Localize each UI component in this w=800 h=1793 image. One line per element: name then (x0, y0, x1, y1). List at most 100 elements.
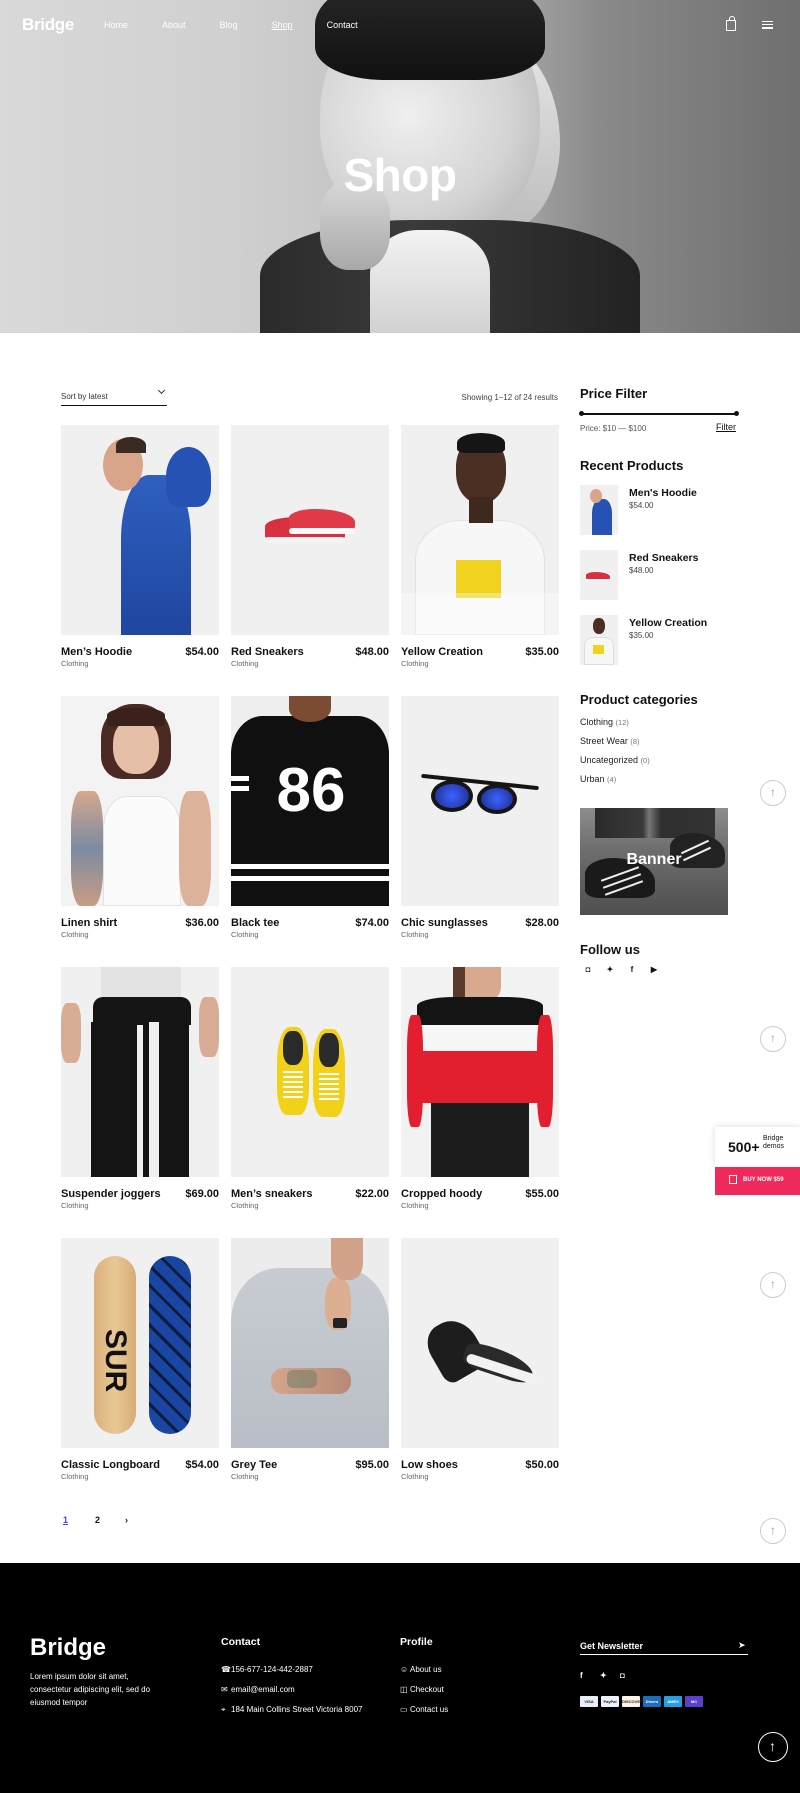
pagination-page-2[interactable]: 2 (95, 1515, 100, 1525)
newsletter-input[interactable]: Get Newsletter (580, 1641, 643, 1651)
category-link-street-wear[interactable]: Street Wear (8) (580, 736, 640, 746)
product-card[interactable]: Low shoes $50.00 Clothing (401, 1238, 559, 1481)
instagram-icon[interactable]: ◘ (620, 1671, 625, 1680)
product-name[interactable]: Linen shirt (61, 917, 117, 929)
product-category[interactable]: Clothing (231, 930, 259, 939)
product-name[interactable]: Men’s Hoodie (61, 646, 132, 658)
footer-link-contact[interactable]: ▭ Contact us (400, 1705, 448, 1714)
scroll-up-button[interactable] (760, 780, 786, 806)
product-category[interactable]: Clothing (61, 1472, 89, 1481)
product-image[interactable] (231, 967, 389, 1177)
product-name[interactable]: Cropped hoody (401, 1188, 482, 1200)
product-image[interactable] (231, 1238, 389, 1448)
pagination-next-icon[interactable]: › (125, 1515, 128, 1525)
product-image[interactable]: 86 (231, 696, 389, 906)
product-image[interactable]: SUR (61, 1238, 219, 1448)
product-card[interactable]: Cropped hoody $55.00 Clothing (401, 967, 559, 1210)
recent-product-name[interactable]: Yellow Creation (629, 617, 707, 629)
scroll-up-button[interactable] (760, 1272, 786, 1298)
product-card[interactable]: Suspender joggers $69.00 Clothing (61, 967, 219, 1210)
category-name[interactable]: Street Wear (580, 736, 628, 746)
recent-product-thumb[interactable] (580, 550, 618, 600)
site-logo[interactable]: Bridge (22, 15, 74, 35)
buy-now-button[interactable]: BUY NOW $59 (715, 1167, 800, 1195)
product-category[interactable]: Clothing (231, 1201, 259, 1210)
product-name[interactable]: Suspender joggers (61, 1188, 161, 1200)
footer-link-about[interactable]: ☺ About us (400, 1665, 442, 1674)
footer-address[interactable]: ⌖ 184 Main Collins Street Victoria 8007 (221, 1705, 362, 1715)
product-name[interactable]: Yellow Creation (401, 646, 483, 658)
scroll-up-button[interactable] (760, 1518, 786, 1544)
product-name[interactable]: Red Sneakers (231, 646, 304, 658)
youtube-icon[interactable]: ▶ (649, 965, 659, 974)
product-image[interactable] (61, 425, 219, 635)
product-image[interactable] (401, 696, 559, 906)
category-link-uncategorized[interactable]: Uncategorized (0) (580, 755, 650, 765)
category-link-clothing[interactable]: Clothing (12) (580, 717, 629, 727)
hamburger-menu-icon[interactable] (762, 19, 774, 31)
footer-link-label[interactable]: Checkout (410, 1685, 444, 1694)
product-name[interactable]: Classic Longboard (61, 1459, 160, 1471)
nav-shop[interactable]: Shop (272, 20, 293, 30)
product-category[interactable]: Clothing (61, 659, 89, 668)
product-image[interactable] (61, 696, 219, 906)
footer-logo[interactable]: Bridge (30, 1634, 106, 1662)
scroll-up-button[interactable] (760, 1026, 786, 1052)
category-name[interactable]: Clothing (580, 717, 613, 727)
product-card[interactable]: Linen shirt $36.00 Clothing (61, 696, 219, 939)
footer-email[interactable]: ✉ email@email.com (221, 1685, 295, 1694)
nav-blog[interactable]: Blog (220, 20, 238, 30)
nav-about[interactable]: About (162, 20, 186, 30)
recent-product-name[interactable]: Men's Hoodie (629, 487, 697, 499)
product-category[interactable]: Clothing (401, 930, 429, 939)
sort-select[interactable]: Sort by latest (61, 386, 167, 406)
twitter-icon[interactable]: ✦ (600, 1671, 607, 1680)
product-card[interactable]: Men’s Hoodie $54.00 Clothing (61, 425, 219, 668)
product-name[interactable]: Grey Tee (231, 1459, 277, 1471)
product-image[interactable] (401, 1238, 559, 1448)
product-category[interactable]: Clothing (401, 659, 429, 668)
footer-link-label[interactable]: About us (410, 1665, 442, 1674)
back-to-top-button[interactable] (758, 1732, 788, 1762)
footer-link-checkout[interactable]: ◫ Checkout (400, 1685, 444, 1694)
product-card[interactable]: Grey Tee $95.00 Clothing (231, 1238, 389, 1481)
facebook-icon[interactable]: f (627, 965, 637, 974)
product-category[interactable]: Clothing (61, 1201, 89, 1210)
facebook-icon[interactable]: f (580, 1671, 583, 1680)
filter-button[interactable]: Filter (716, 422, 736, 432)
product-card[interactable]: Yellow Creation $35.00 Clothing (401, 425, 559, 668)
sidebar-banner[interactable]: Banner (580, 808, 728, 915)
product-category[interactable]: Clothing (231, 1472, 259, 1481)
category-name[interactable]: Urban (580, 774, 605, 784)
footer-phone[interactable]: ☎156-677-124-442-2887 (221, 1665, 313, 1674)
product-category[interactable]: Clothing (401, 1472, 429, 1481)
product-card[interactable]: SUR Classic Longboard $54.00 Clothing (61, 1238, 219, 1481)
product-name[interactable]: Chic sunglasses (401, 917, 488, 929)
recent-product-item[interactable]: Yellow Creation $35.00 (580, 615, 740, 667)
nav-home[interactable]: Home (104, 20, 128, 30)
instagram-icon[interactable]: ◘ (583, 965, 593, 974)
product-category[interactable]: Clothing (61, 930, 89, 939)
product-name[interactable]: Low shoes (401, 1459, 458, 1471)
product-card[interactable]: Red Sneakers $48.00 Clothing (231, 425, 389, 668)
product-image[interactable] (401, 425, 559, 635)
product-card[interactable]: Men’s sneakers $22.00 Clothing (231, 967, 389, 1210)
nav-contact[interactable]: Contact (327, 20, 358, 30)
category-name[interactable]: Uncategorized (580, 755, 638, 765)
product-name[interactable]: Black tee (231, 917, 279, 929)
recent-product-item[interactable]: Men's Hoodie $54.00 (580, 485, 740, 537)
recent-product-name[interactable]: Red Sneakers (629, 552, 698, 564)
product-card[interactable]: Chic sunglasses $28.00 Clothing (401, 696, 559, 939)
recent-product-item[interactable]: Red Sneakers $48.00 (580, 550, 740, 602)
pagination-page-1[interactable]: 1 (63, 1515, 68, 1525)
product-card[interactable]: 86 Black tee $74.00 Clothing (231, 696, 389, 939)
recent-product-thumb[interactable] (580, 615, 618, 665)
demos-badge[interactable]: 500+ Bridge demos (715, 1127, 800, 1167)
product-image[interactable] (61, 967, 219, 1177)
category-link-urban[interactable]: Urban (4) (580, 774, 616, 784)
product-image[interactable] (231, 425, 389, 635)
recent-product-thumb[interactable] (580, 485, 618, 535)
footer-link-label[interactable]: Contact us (410, 1705, 448, 1714)
send-icon[interactable]: ➤ (738, 1640, 746, 1651)
cart-bag-icon[interactable] (726, 16, 736, 31)
